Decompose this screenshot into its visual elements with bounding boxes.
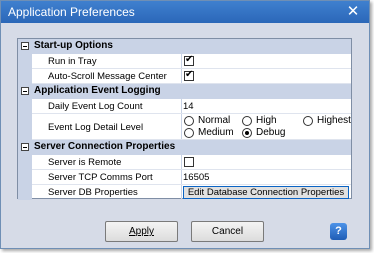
checkmark-icon: ✔ bbox=[185, 69, 194, 80]
radio-label: Medium bbox=[198, 127, 234, 138]
property-label: Server DB Properties bbox=[48, 187, 138, 198]
property-row-run-in-tray: Run in Tray ✔ bbox=[18, 54, 351, 69]
window-title: Application Preferences bbox=[8, 5, 135, 19]
radio-highest[interactable]: Highest bbox=[303, 115, 374, 128]
radio-selected-dot bbox=[245, 131, 249, 135]
checkmark-icon: ✔ bbox=[185, 54, 194, 65]
tcp-port-value[interactable]: 16505 bbox=[183, 172, 209, 183]
property-row-auto-scroll: Auto-Scroll Message Center ✔ bbox=[18, 69, 351, 84]
property-row-tcp-port: Server TCP Comms Port 16505 bbox=[18, 170, 351, 185]
cancel-label: Cancel bbox=[211, 226, 244, 237]
radio-label: Debug bbox=[256, 127, 286, 138]
property-label: Daily Event Log Count bbox=[48, 101, 143, 112]
property-label: Auto-Scroll Message Center bbox=[48, 71, 167, 82]
property-label: Run in Tray bbox=[48, 56, 97, 67]
property-row-db-properties: Server DB Properties Edit Database Conne… bbox=[18, 185, 351, 200]
radio-debug[interactable]: Debug bbox=[242, 127, 362, 140]
property-label: Server is Remote bbox=[48, 157, 122, 168]
category-startup-options[interactable]: Start-up Options bbox=[18, 39, 351, 54]
category-server-connection[interactable]: Server Connection Properties bbox=[18, 140, 351, 155]
title-bar: Application Preferences ✕ bbox=[1, 1, 369, 23]
radio-label: High bbox=[256, 115, 277, 126]
close-icon[interactable]: ✕ bbox=[344, 2, 362, 20]
property-label: Event Log Detail Level bbox=[48, 122, 144, 133]
category-title: Start-up Options bbox=[34, 40, 113, 51]
property-row-detail-level: Event Log Detail Level Normal High Highe… bbox=[18, 114, 351, 140]
property-row-daily-count: Daily Event Log Count 14 bbox=[18, 99, 351, 114]
property-label: Server TCP Comms Port bbox=[48, 172, 153, 183]
auto-scroll-checkbox[interactable]: ✔ bbox=[184, 69, 194, 81]
radio-label: Normal bbox=[198, 115, 231, 126]
apply-button[interactable]: Apply bbox=[105, 221, 178, 242]
apply-label: Apply bbox=[128, 226, 154, 237]
daily-count-value[interactable]: 14 bbox=[183, 101, 194, 112]
category-title: Server Connection Properties bbox=[34, 141, 176, 152]
property-grid: Start-up Options Run in Tray ✔ Auto-Scro… bbox=[17, 38, 352, 200]
preferences-window: Application Preferences ✕ Start-up Optio… bbox=[0, 0, 370, 249]
property-row-server-remote: Server is Remote bbox=[18, 155, 351, 170]
help-icon[interactable]: ? bbox=[330, 223, 347, 240]
server-remote-checkbox[interactable] bbox=[184, 157, 194, 167]
radio-label: Highest bbox=[317, 115, 351, 126]
edit-db-connection-button[interactable]: Edit Database Connection Properties bbox=[183, 186, 349, 199]
cancel-button[interactable]: Cancel bbox=[191, 221, 264, 242]
collapse-icon[interactable] bbox=[21, 143, 29, 151]
collapse-icon[interactable] bbox=[21, 87, 29, 95]
run-in-tray-checkbox[interactable]: ✔ bbox=[184, 54, 194, 66]
collapse-icon[interactable] bbox=[21, 42, 29, 50]
category-event-logging[interactable]: Application Event Logging bbox=[18, 84, 351, 99]
category-title: Application Event Logging bbox=[34, 85, 161, 96]
